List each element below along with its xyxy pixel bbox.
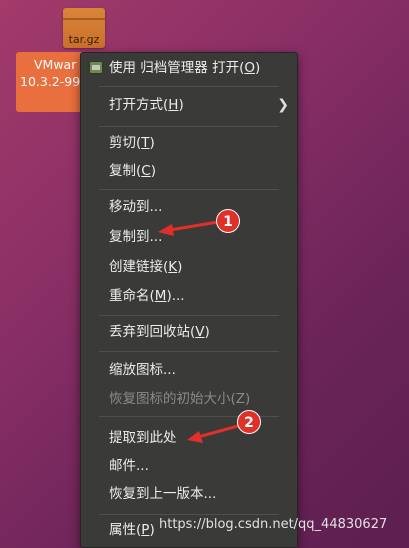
annotation-arrowhead-2 (187, 431, 203, 443)
annotation-badge-2: 2 (237, 410, 261, 434)
annotation-arrow-1 (169, 220, 219, 232)
annotation-arrow-2 (197, 424, 239, 439)
annotation-arrows (158, 220, 239, 443)
annotation-arrowhead-1 (158, 224, 174, 236)
watermark-text: https://blog.csdn.net/qq_44830627 (159, 517, 388, 532)
annotation-badge-1: 1 (216, 209, 240, 233)
